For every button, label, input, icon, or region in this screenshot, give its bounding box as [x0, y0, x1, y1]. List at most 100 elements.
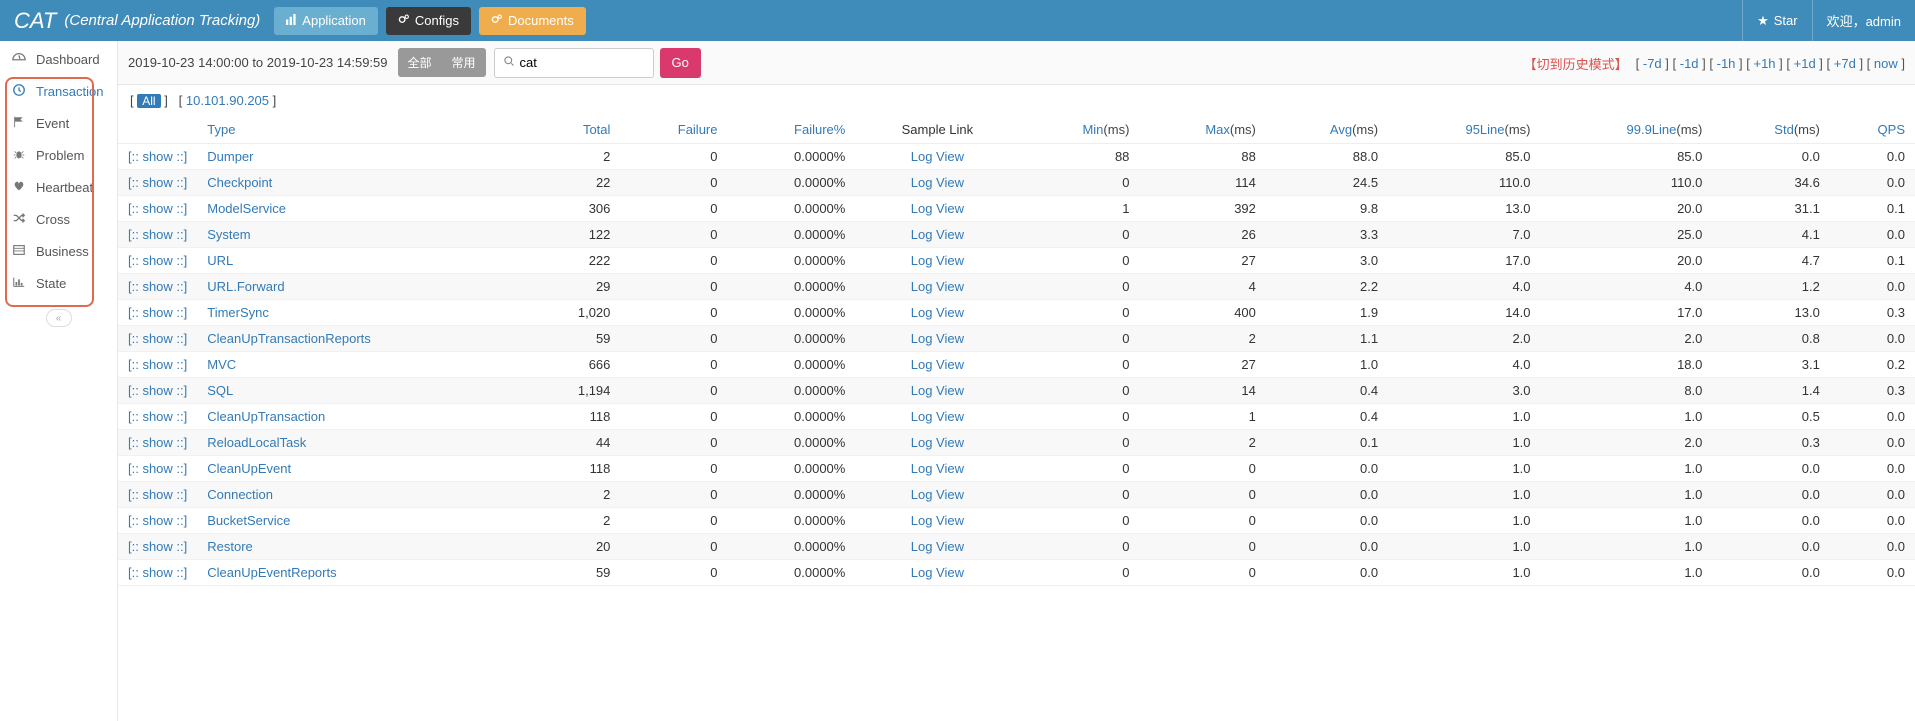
- logview-link[interactable]: Log View: [911, 175, 964, 190]
- type-link[interactable]: Connection: [207, 487, 273, 502]
- star-button[interactable]: ★ Star: [1742, 0, 1812, 41]
- type-link[interactable]: Dumper: [207, 149, 253, 164]
- cell-total: 59: [526, 326, 620, 352]
- table-row: [:: show ::]CleanUpTransactionReports590…: [118, 326, 1915, 352]
- show-link[interactable]: [:: show ::]: [128, 383, 187, 398]
- col-failure[interactable]: Failure: [678, 122, 718, 137]
- type-link[interactable]: CleanUpEvent: [207, 461, 291, 476]
- col-failurep[interactable]: Failure%: [794, 122, 845, 137]
- type-link[interactable]: CleanUpTransaction: [207, 409, 325, 424]
- history-link-+1d[interactable]: +1d: [1794, 56, 1816, 71]
- type-link[interactable]: Checkpoint: [207, 175, 272, 190]
- logview-link[interactable]: Log View: [911, 513, 964, 528]
- logview-link[interactable]: Log View: [911, 279, 964, 294]
- show-link[interactable]: [:: show ::]: [128, 279, 187, 294]
- col-std[interactable]: Std: [1774, 122, 1794, 137]
- go-button[interactable]: Go: [660, 48, 701, 78]
- history-link-+1h[interactable]: +1h: [1753, 56, 1775, 71]
- type-link[interactable]: System: [207, 227, 250, 242]
- show-link[interactable]: [:: show ::]: [128, 539, 187, 554]
- col-max[interactable]: Max: [1205, 122, 1230, 137]
- type-link[interactable]: SQL: [207, 383, 233, 398]
- show-link[interactable]: [:: show ::]: [128, 149, 187, 164]
- sidebar-item-dashboard[interactable]: Dashboard: [0, 43, 117, 75]
- show-link[interactable]: [:: show ::]: [128, 487, 187, 502]
- logview-link[interactable]: Log View: [911, 305, 964, 320]
- show-link[interactable]: [:: show ::]: [128, 565, 187, 580]
- history-link--1h[interactable]: -1h: [1717, 56, 1736, 71]
- show-link[interactable]: [:: show ::]: [128, 227, 187, 242]
- type-link[interactable]: TimerSync: [207, 305, 269, 320]
- type-link[interactable]: URL: [207, 253, 233, 268]
- user-menu[interactable]: 欢迎，admin: [1812, 0, 1915, 41]
- sidebar-item-problem[interactable]: Problem: [0, 139, 117, 171]
- history-link-now[interactable]: now: [1874, 56, 1898, 71]
- all-link[interactable]: All: [137, 93, 160, 108]
- show-link[interactable]: [:: show ::]: [128, 201, 187, 216]
- logview-link[interactable]: Log View: [911, 253, 964, 268]
- sidebar-item-business[interactable]: Business: [0, 235, 117, 267]
- cell-std: 0.0: [1712, 456, 1829, 482]
- filter-common-button[interactable]: 常用: [442, 48, 486, 77]
- logview-link[interactable]: Log View: [911, 409, 964, 424]
- nav-configs-button[interactable]: Configs: [386, 7, 471, 35]
- logview-link[interactable]: Log View: [911, 201, 964, 216]
- show-link[interactable]: [:: show ::]: [128, 461, 187, 476]
- cell-95: 85.0: [1388, 144, 1540, 170]
- sidebar-item-state[interactable]: State: [0, 267, 117, 299]
- type-link[interactable]: CleanUpEventReports: [207, 565, 336, 580]
- col-avg[interactable]: Avg: [1330, 122, 1352, 137]
- col-type[interactable]: Type: [207, 122, 235, 137]
- type-link[interactable]: BucketService: [207, 513, 290, 528]
- history-link--1d[interactable]: -1d: [1680, 56, 1699, 71]
- logview-link[interactable]: Log View: [911, 487, 964, 502]
- cell-max: 14: [1139, 378, 1265, 404]
- cell-qps: 0.0: [1830, 534, 1915, 560]
- type-link[interactable]: MVC: [207, 357, 236, 372]
- cell-failure: 0: [620, 170, 727, 196]
- type-link[interactable]: URL.Forward: [207, 279, 284, 294]
- logview-link[interactable]: Log View: [911, 357, 964, 372]
- history-mode-label[interactable]: 【切到历史模式】: [1524, 54, 1628, 73]
- history-link-+7d[interactable]: +7d: [1834, 56, 1856, 71]
- type-link[interactable]: Restore: [207, 539, 253, 554]
- logview-link[interactable]: Log View: [911, 149, 964, 164]
- cell-999: 20.0: [1541, 196, 1713, 222]
- show-link[interactable]: [:: show ::]: [128, 409, 187, 424]
- type-link[interactable]: ReloadLocalTask: [207, 435, 306, 450]
- history-link--7d[interactable]: -7d: [1643, 56, 1662, 71]
- type-link[interactable]: CleanUpTransactionReports: [207, 331, 371, 346]
- show-link[interactable]: [:: show ::]: [128, 305, 187, 320]
- ip-link[interactable]: 10.101.90.205: [186, 93, 269, 108]
- show-link[interactable]: [:: show ::]: [128, 435, 187, 450]
- col-total[interactable]: Total: [583, 122, 610, 137]
- logview-link[interactable]: Log View: [911, 435, 964, 450]
- filter-all-button[interactable]: 全部: [398, 48, 442, 77]
- col-999line[interactable]: 99.9Line: [1627, 122, 1677, 137]
- sidebar-item-event[interactable]: Event: [0, 107, 117, 139]
- logview-link[interactable]: Log View: [911, 227, 964, 242]
- type-link[interactable]: ModelService: [207, 201, 286, 216]
- show-link[interactable]: [:: show ::]: [128, 513, 187, 528]
- show-link[interactable]: [:: show ::]: [128, 175, 187, 190]
- col-95line[interactable]: 95Line: [1465, 122, 1504, 137]
- nav-documents-button[interactable]: Documents: [479, 7, 586, 35]
- show-link[interactable]: [:: show ::]: [128, 331, 187, 346]
- cell-min: 0: [1019, 352, 1139, 378]
- logview-link[interactable]: Log View: [911, 565, 964, 580]
- col-min[interactable]: Min: [1082, 122, 1103, 137]
- search-input[interactable]: [520, 55, 645, 70]
- cogs-icon: [491, 14, 503, 28]
- logview-link[interactable]: Log View: [911, 331, 964, 346]
- collapse-sidebar-button[interactable]: «: [46, 309, 72, 327]
- show-link[interactable]: [:: show ::]: [128, 357, 187, 372]
- sidebar-item-cross[interactable]: Cross: [0, 203, 117, 235]
- col-qps[interactable]: QPS: [1878, 122, 1905, 137]
- logview-link[interactable]: Log View: [911, 539, 964, 554]
- logview-link[interactable]: Log View: [911, 383, 964, 398]
- sidebar-item-heartbeat[interactable]: Heartbeat: [0, 171, 117, 203]
- nav-application-button[interactable]: Application: [274, 7, 378, 35]
- show-link[interactable]: [:: show ::]: [128, 253, 187, 268]
- sidebar-item-transaction[interactable]: Transaction: [0, 75, 117, 107]
- logview-link[interactable]: Log View: [911, 461, 964, 476]
